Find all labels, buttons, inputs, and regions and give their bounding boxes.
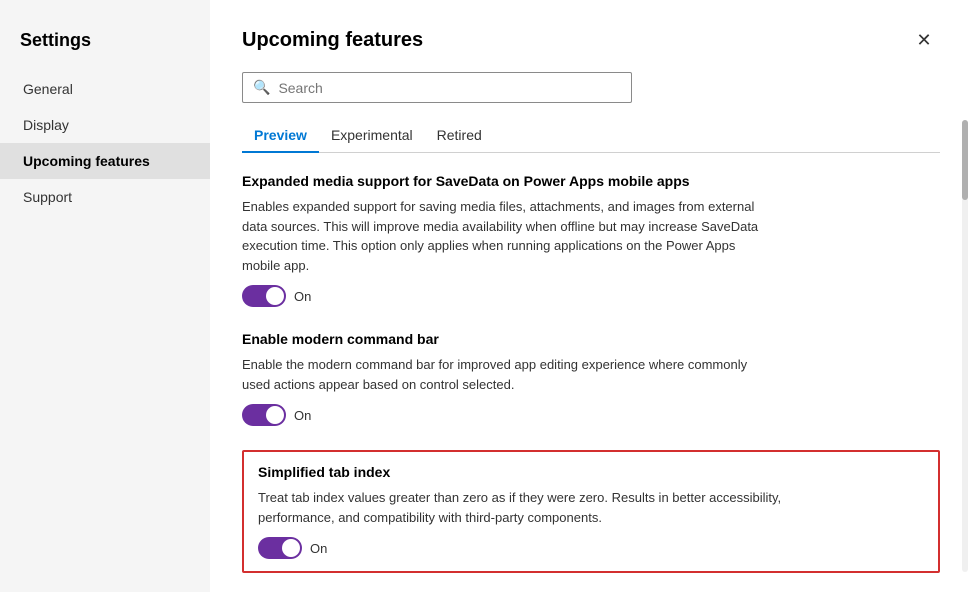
search-input[interactable] [278,80,621,96]
toggle-label-expanded-media: On [294,289,311,304]
tabs: Preview Experimental Retired [242,119,940,153]
toggle-label-modern-command-bar: On [294,408,311,423]
toggle-row-expanded-media: On [242,285,940,307]
toggle-expanded-media[interactable] [242,285,286,307]
toggle-modern-command-bar[interactable] [242,404,286,426]
search-box: 🔍 [242,72,632,103]
search-icon: 🔍 [253,79,270,96]
feature-title-simplified-tab-index: Simplified tab index [258,464,924,480]
feature-section-modern-command-bar: Enable modern command bar Enable the mod… [242,331,940,426]
scrollbar-thumb[interactable] [962,120,968,200]
main-content: Upcoming features ✕ 🔍 Preview Experiment… [210,0,972,592]
tab-retired[interactable]: Retired [425,119,494,153]
tab-preview[interactable]: Preview [242,119,319,153]
toggle-label-simplified-tab-index: On [310,541,327,556]
feature-description-simplified-tab-index: Treat tab index values greater than zero… [258,488,788,527]
scrollbar-track[interactable] [962,120,968,572]
feature-title-modern-command-bar: Enable modern command bar [242,331,940,347]
tab-experimental[interactable]: Experimental [319,119,425,153]
sidebar-item-general[interactable]: General [0,71,210,107]
sidebar-item-display[interactable]: Display [0,107,210,143]
feature-description-modern-command-bar: Enable the modern command bar for improv… [242,355,772,394]
dialog-title: Upcoming features [242,29,423,52]
app-container: Settings General Display Upcoming featur… [0,0,972,592]
sidebar-item-upcoming-features[interactable]: Upcoming features [0,143,210,179]
sidebar-title: Settings [0,20,210,71]
feature-description-expanded-media: Enables expanded support for saving medi… [242,197,772,275]
feature-title-expanded-media: Expanded media support for SaveData on P… [242,173,940,189]
feature-section-expanded-media: Expanded media support for SaveData on P… [242,173,940,307]
toggle-row-modern-command-bar: On [242,404,940,426]
feature-section-simplified-tab-index: Simplified tab index Treat tab index val… [242,450,940,573]
toggle-row-simplified-tab-index: On [258,537,924,559]
dialog-title-row: Upcoming features ✕ [242,24,940,56]
sidebar: Settings General Display Upcoming featur… [0,0,210,592]
close-button[interactable]: ✕ [908,24,940,56]
toggle-simplified-tab-index[interactable] [258,537,302,559]
sidebar-item-support[interactable]: Support [0,179,210,215]
